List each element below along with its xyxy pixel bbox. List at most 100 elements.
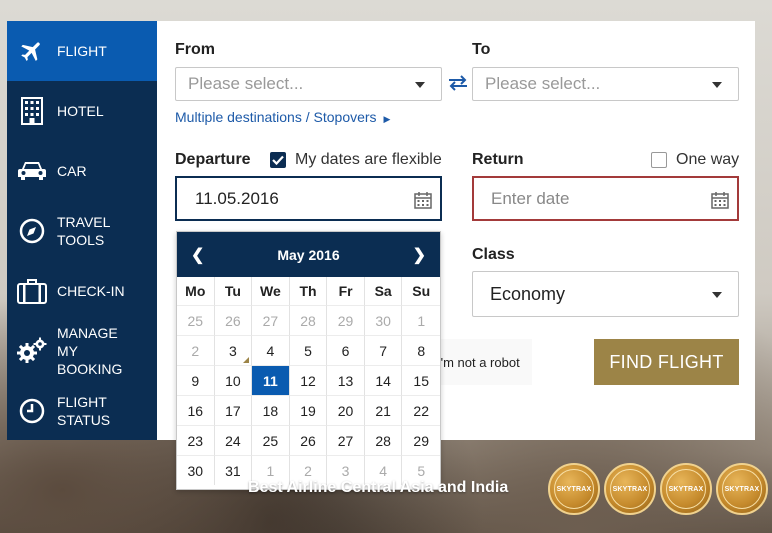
class-value: Economy bbox=[490, 283, 566, 304]
find-flight-button[interactable]: FIND FLIGHT bbox=[594, 339, 739, 385]
to-label: To bbox=[472, 41, 491, 58]
departure-label: Departure bbox=[175, 151, 251, 168]
sidebar-item-label: CAR bbox=[57, 163, 87, 179]
calendar-day[interactable]: 19 bbox=[289, 395, 328, 425]
calendar-day[interactable]: 7 bbox=[364, 335, 403, 365]
calendar-day[interactable]: 6 bbox=[327, 335, 365, 365]
calendar-day[interactable]: 29 bbox=[402, 425, 440, 455]
one-way-checkbox[interactable] bbox=[651, 152, 667, 168]
next-month-button[interactable]: ❯ bbox=[413, 245, 426, 265]
calendar-day[interactable]: 22 bbox=[402, 395, 440, 425]
calendar-day[interactable]: 29 bbox=[327, 305, 365, 335]
sidebar-item-hotel[interactable]: HOTEL bbox=[7, 81, 157, 141]
sidebar-item-flight[interactable]: FLIGHT bbox=[7, 21, 157, 81]
calendar-day[interactable]: 15 bbox=[402, 365, 440, 395]
sidebar-item-car[interactable]: CAR bbox=[7, 141, 157, 201]
calendar-day[interactable]: 14 bbox=[364, 365, 403, 395]
calendar-day[interactable]: 17 bbox=[214, 395, 253, 425]
calendar-day[interactable]: 16 bbox=[177, 395, 215, 425]
calendar-day[interactable]: 3 bbox=[214, 335, 253, 365]
month-label: May 2016 bbox=[277, 246, 340, 263]
departure-date-input[interactable]: 11.05.2016 bbox=[175, 176, 442, 221]
calendar-grid: Mo Tu We Th Fr Sa Su 25 26 27 28 29 30 1 2 3 4 5 6 7 8 9 10 11 1… bbox=[177, 277, 440, 485]
calendar-day[interactable]: 25 bbox=[177, 305, 215, 335]
return-date-placeholder: Enter date bbox=[491, 188, 570, 208]
calendar-day[interactable]: 26 bbox=[289, 425, 328, 455]
weekday-header: Sa bbox=[365, 277, 403, 305]
suitcase-icon bbox=[17, 276, 47, 306]
car-icon bbox=[17, 156, 47, 186]
sidebar-item-label: FLIGHT STATUS bbox=[57, 394, 111, 428]
sidebar-item-check-in[interactable]: CHECK-IN bbox=[7, 261, 157, 321]
calendar-day[interactable]: 20 bbox=[327, 395, 365, 425]
weekday-header: We bbox=[252, 277, 290, 305]
calendar-day[interactable]: 13 bbox=[327, 365, 365, 395]
calendar-day[interactable]: 1 bbox=[402, 305, 440, 335]
date-picker-header: ❮ May 2016 ❯ bbox=[177, 232, 440, 277]
skytrax-badge: SKYTRAX bbox=[604, 463, 656, 515]
badge-ring: SKYTRAX bbox=[610, 469, 650, 509]
sidebar-item-flight-status[interactable]: FLIGHT STATUS bbox=[7, 381, 157, 441]
calendar-day[interactable]: 28 bbox=[289, 305, 328, 335]
recaptcha-label: I'm not a robot bbox=[437, 354, 520, 370]
calendar-day[interactable]: 30 bbox=[364, 305, 403, 335]
calendar-day[interactable]: 18 bbox=[252, 395, 290, 425]
calendar-day[interactable]: 21 bbox=[364, 395, 403, 425]
calendar-day[interactable]: 25 bbox=[252, 425, 290, 455]
calendar-day[interactable]: 26 bbox=[214, 305, 253, 335]
sidebar-item-manage-booking[interactable]: MANAGE MY BOOKING bbox=[7, 321, 157, 381]
from-label: From bbox=[175, 41, 215, 58]
calendar-day[interactable]: 4 bbox=[252, 335, 290, 365]
class-select[interactable]: Economy bbox=[472, 271, 739, 317]
calendar-day[interactable]: 23 bbox=[177, 425, 215, 455]
calendar-icon bbox=[711, 191, 729, 214]
sidebar-item-label: TRAVEL TOOLS bbox=[57, 214, 110, 248]
from-placeholder: Please select... bbox=[188, 74, 304, 93]
calendar-day[interactable]: 31 bbox=[214, 455, 253, 485]
weekday-header: Fr bbox=[327, 277, 365, 305]
return-date-input[interactable]: Enter date bbox=[472, 176, 739, 221]
skytrax-badge: SKYTRAX bbox=[548, 463, 600, 515]
badge-ring: SKYTRAX bbox=[722, 469, 762, 509]
calendar-day[interactable]: 2 bbox=[177, 335, 215, 365]
calendar-day[interactable]: 24 bbox=[214, 425, 253, 455]
plane-icon bbox=[17, 36, 47, 66]
calendar-day[interactable]: 5 bbox=[289, 335, 328, 365]
calendar-day[interactable]: 10 bbox=[214, 365, 253, 395]
chevron-down-icon bbox=[712, 82, 722, 88]
from-select[interactable]: Please select... bbox=[175, 67, 442, 101]
return-label: Return bbox=[472, 151, 524, 168]
sidebar-item-label: MANAGE MY BOOKING bbox=[57, 325, 123, 377]
multiple-destinations-text: Multiple destinations / Stopovers bbox=[175, 109, 377, 125]
badge-label: SKYTRAX bbox=[724, 485, 760, 493]
calendar-day[interactable]: 8 bbox=[402, 335, 440, 365]
calendar-day[interactable]: 9 bbox=[177, 365, 215, 395]
booking-sidebar: FLIGHT HOTEL CAR TRAVEL TOOLS CHECK-IN M… bbox=[7, 21, 157, 440]
calendar-day[interactable]: 27 bbox=[327, 425, 365, 455]
weekday-header: Su bbox=[412, 283, 431, 299]
recaptcha-box[interactable]: I'm not a robot bbox=[435, 339, 532, 385]
badge-label: SKYTRAX bbox=[668, 485, 704, 493]
calendar-day[interactable]: 12 bbox=[289, 365, 328, 395]
sidebar-item-travel-tools[interactable]: TRAVEL TOOLS bbox=[7, 201, 157, 261]
badge-label: SKYTRAX bbox=[612, 485, 648, 493]
calendar-day[interactable]: 11 bbox=[252, 365, 290, 395]
to-placeholder: Please select... bbox=[485, 74, 601, 93]
skytrax-badge: SKYTRAX bbox=[660, 463, 712, 515]
gears-icon bbox=[17, 336, 47, 366]
calendar-day[interactable]: 27 bbox=[252, 305, 290, 335]
sidebar-item-label: CHECK-IN bbox=[57, 283, 125, 299]
calendar-day[interactable]: 30 bbox=[177, 455, 215, 485]
calendar-icon bbox=[414, 191, 432, 214]
departure-date-value: 11.05.2016 bbox=[195, 188, 279, 208]
flexible-dates-checkbox[interactable] bbox=[270, 152, 286, 168]
clock-icon bbox=[17, 396, 47, 426]
weekday-header: Mo bbox=[177, 277, 215, 305]
multiple-destinations-link[interactable]: Multiple destinations / Stopovers ▶ bbox=[175, 109, 390, 125]
one-way-label: One way bbox=[676, 151, 740, 168]
calendar-day[interactable]: 28 bbox=[364, 425, 403, 455]
to-select[interactable]: Please select... bbox=[472, 67, 739, 101]
date-picker: ❮ May 2016 ❯ Mo Tu We Th Fr Sa Su 25 26 27 28 29 30 1… bbox=[176, 231, 441, 490]
prev-month-button[interactable]: ❮ bbox=[191, 245, 204, 265]
swap-arrows-icon[interactable] bbox=[447, 73, 469, 93]
